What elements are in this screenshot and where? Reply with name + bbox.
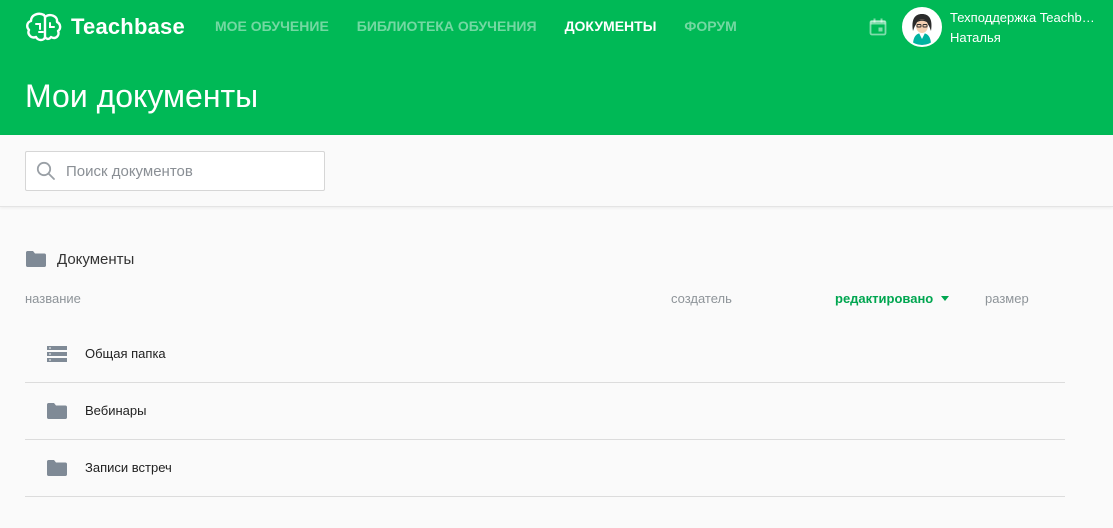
- list-item-common-folder[interactable]: Общая папка: [25, 326, 1065, 383]
- search-box[interactable]: [25, 151, 325, 191]
- brand-name: Teachbase: [71, 14, 185, 39]
- nav-item-documents[interactable]: ДОКУМЕНТЫ: [565, 18, 657, 36]
- user-avatar[interactable]: [902, 7, 942, 47]
- brand-logo[interactable]: Teachbase: [25, 10, 185, 44]
- column-header-edited-label: редактировано: [835, 291, 934, 306]
- search-icon: [36, 161, 55, 180]
- breadcrumb-label: Документы: [57, 250, 135, 268]
- list-item-meeting-recordings[interactable]: Записи встреч: [25, 440, 1065, 497]
- sort-caret-down-icon: [941, 296, 950, 301]
- avatar-icon: [904, 9, 940, 45]
- user-subtitle: Наталья: [950, 30, 1001, 45]
- nav-item-library[interactable]: БИБЛИОТЕКА ОБУЧЕНИЯ: [357, 18, 537, 36]
- calendar-icon[interactable]: [869, 18, 887, 36]
- list-item-label: Общая папка: [85, 346, 166, 361]
- search-toolbar: [0, 135, 1113, 207]
- top-header: Teachbase МОЕ ОБУЧЕНИЕ БИБЛИОТЕКА ОБУЧЕН…: [0, 0, 1113, 135]
- folder-icon: [26, 251, 46, 267]
- breadcrumb[interactable]: Документы: [25, 249, 134, 269]
- page-title: Мои документы: [25, 78, 259, 114]
- column-header-name[interactable]: название: [25, 291, 81, 306]
- column-header-edited[interactable]: редактировано: [835, 291, 950, 306]
- list-icon: [47, 346, 67, 362]
- column-header-size[interactable]: размер: [985, 291, 1029, 306]
- list-item-webinars[interactable]: Вебинары: [25, 383, 1065, 440]
- user-info[interactable]: Техподдержка Teachbase Наталья: [950, 10, 1100, 46]
- list-item-label: Вебинары: [85, 403, 147, 418]
- nav-item-my-learning[interactable]: МОЕ ОБУЧЕНИЕ: [215, 18, 329, 36]
- folder-icon: [47, 460, 67, 476]
- folder-icon: [47, 403, 67, 419]
- main-nav: МОЕ ОБУЧЕНИЕ БИБЛИОТЕКА ОБУЧЕНИЯ ДОКУМЕН…: [215, 18, 765, 36]
- nav-item-forum[interactable]: ФОРУМ: [684, 18, 736, 36]
- column-header-creator[interactable]: создатель: [671, 291, 732, 306]
- brain-logo-icon: [26, 12, 62, 42]
- document-list: Общая папка Вебинары Записи встреч: [25, 326, 1065, 497]
- list-item-label: Записи встреч: [85, 460, 172, 475]
- user-name: Техподдержка Teachbase: [950, 10, 1098, 25]
- search-input[interactable]: [66, 152, 321, 190]
